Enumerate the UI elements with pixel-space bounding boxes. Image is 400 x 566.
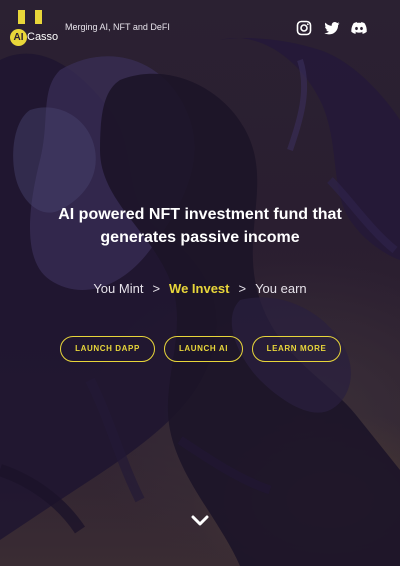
step-earn: You earn — [255, 281, 307, 296]
chevron-down-icon — [191, 514, 209, 528]
twitter-link[interactable] — [324, 20, 340, 36]
step-mint: You Mint — [93, 281, 144, 296]
discord-icon — [351, 20, 367, 36]
instagram-icon — [296, 20, 312, 36]
launch-dapp-button[interactable]: LAUNCH DAPP — [60, 336, 155, 362]
step-invest: We Invest — [169, 281, 230, 296]
site-tagline: Merging AI, NFT and DeFI — [65, 22, 170, 32]
site-header: AI Casso Merging AI, NFT and DeFI — [0, 0, 400, 56]
logo-bar-right — [35, 10, 42, 24]
learn-more-button[interactable]: LEARN MORE — [252, 336, 341, 362]
cta-button-group: LAUNCH DAPP LAUNCH AI LEARN MORE — [60, 336, 350, 362]
hero-title-line-2: generates passive income — [100, 229, 300, 246]
step-separator: > — [238, 281, 247, 296]
launch-ai-button[interactable]: LAUNCH AI — [164, 336, 243, 362]
aicasso-logo[interactable]: AI Casso — [10, 10, 59, 46]
logo-bar-left — [18, 10, 25, 24]
step-separator: > — [152, 281, 161, 296]
scroll-down-button[interactable] — [191, 514, 209, 528]
instagram-link[interactable] — [296, 20, 312, 36]
process-steps: You Mint > We Invest > You earn — [0, 280, 400, 298]
logo-mark — [18, 10, 44, 24]
logo-wordmark: Casso — [27, 31, 59, 43]
discord-link[interactable] — [351, 20, 367, 36]
hero-title: AI powered NFT investment fund that gene… — [30, 203, 370, 249]
twitter-icon — [324, 20, 340, 36]
hero-title-line-1: AI powered NFT investment fund that — [58, 206, 342, 223]
logo-badge: AI — [10, 29, 27, 46]
